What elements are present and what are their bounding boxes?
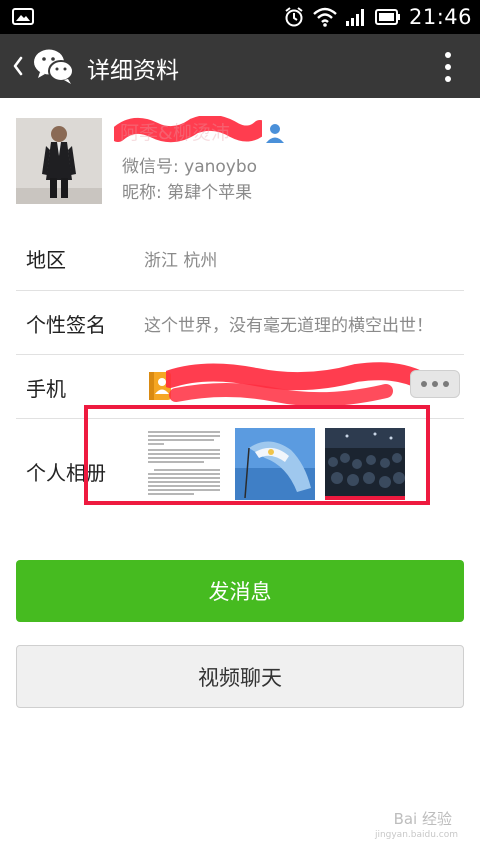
overflow-menu-icon[interactable] [444,51,452,83]
contact-person-icon [266,124,284,143]
wechat-id: 微信号: yanoybo [122,157,258,177]
dot [443,381,449,387]
battery-icon [374,9,400,25]
dot [432,381,438,387]
signature-label: 个性签名 [26,313,106,337]
region-value: 浙江 杭州 [144,251,218,271]
nickname: 昵称: 第肆个苹果 [122,183,253,203]
profile-header: 阿季&柳烫沛 微信号: yanoybo 昵称: 第肆个苹果 [0,98,480,226]
baidu-watermark: Bai 经验 [393,810,452,828]
album-highlight-frame [84,405,430,505]
region-label: 地区 [26,248,66,272]
avatar[interactable] [16,118,102,204]
phone-redaction-scribble [166,362,426,407]
back-chevron-icon[interactable] [12,54,24,78]
phone-label: 手机 [26,377,66,401]
wifi-icon [313,7,337,27]
clock-time: 21:46 [408,5,472,29]
dot [421,381,427,387]
baidu-watermark-url: jingyan.baidu.com [374,830,458,840]
display-name: 阿季&柳烫沛 [120,122,230,144]
action-bar: 详细资料 [0,34,480,98]
send-message-button[interactable]: 发消息 [16,560,464,622]
phone-more-button[interactable] [410,370,460,398]
status-bar: 21:46 [0,0,480,34]
signature-value: 这个世界，没有毫无道理的横空出世！ [144,316,433,336]
gallery-notification-icon [12,8,34,25]
video-chat-button[interactable]: 视频聊天 [16,645,464,708]
signal-icon [345,9,364,26]
alarm-icon [285,7,303,27]
page-title: 详细资料 [87,58,179,84]
avatar-photo-icon [16,118,102,204]
wechat-logo-icon[interactable] [33,47,75,85]
region-row: 地区 浙江 杭州 [16,226,464,290]
signature-row: 个性签名 这个世界，没有毫无道理的横空出世！ [16,290,464,355]
